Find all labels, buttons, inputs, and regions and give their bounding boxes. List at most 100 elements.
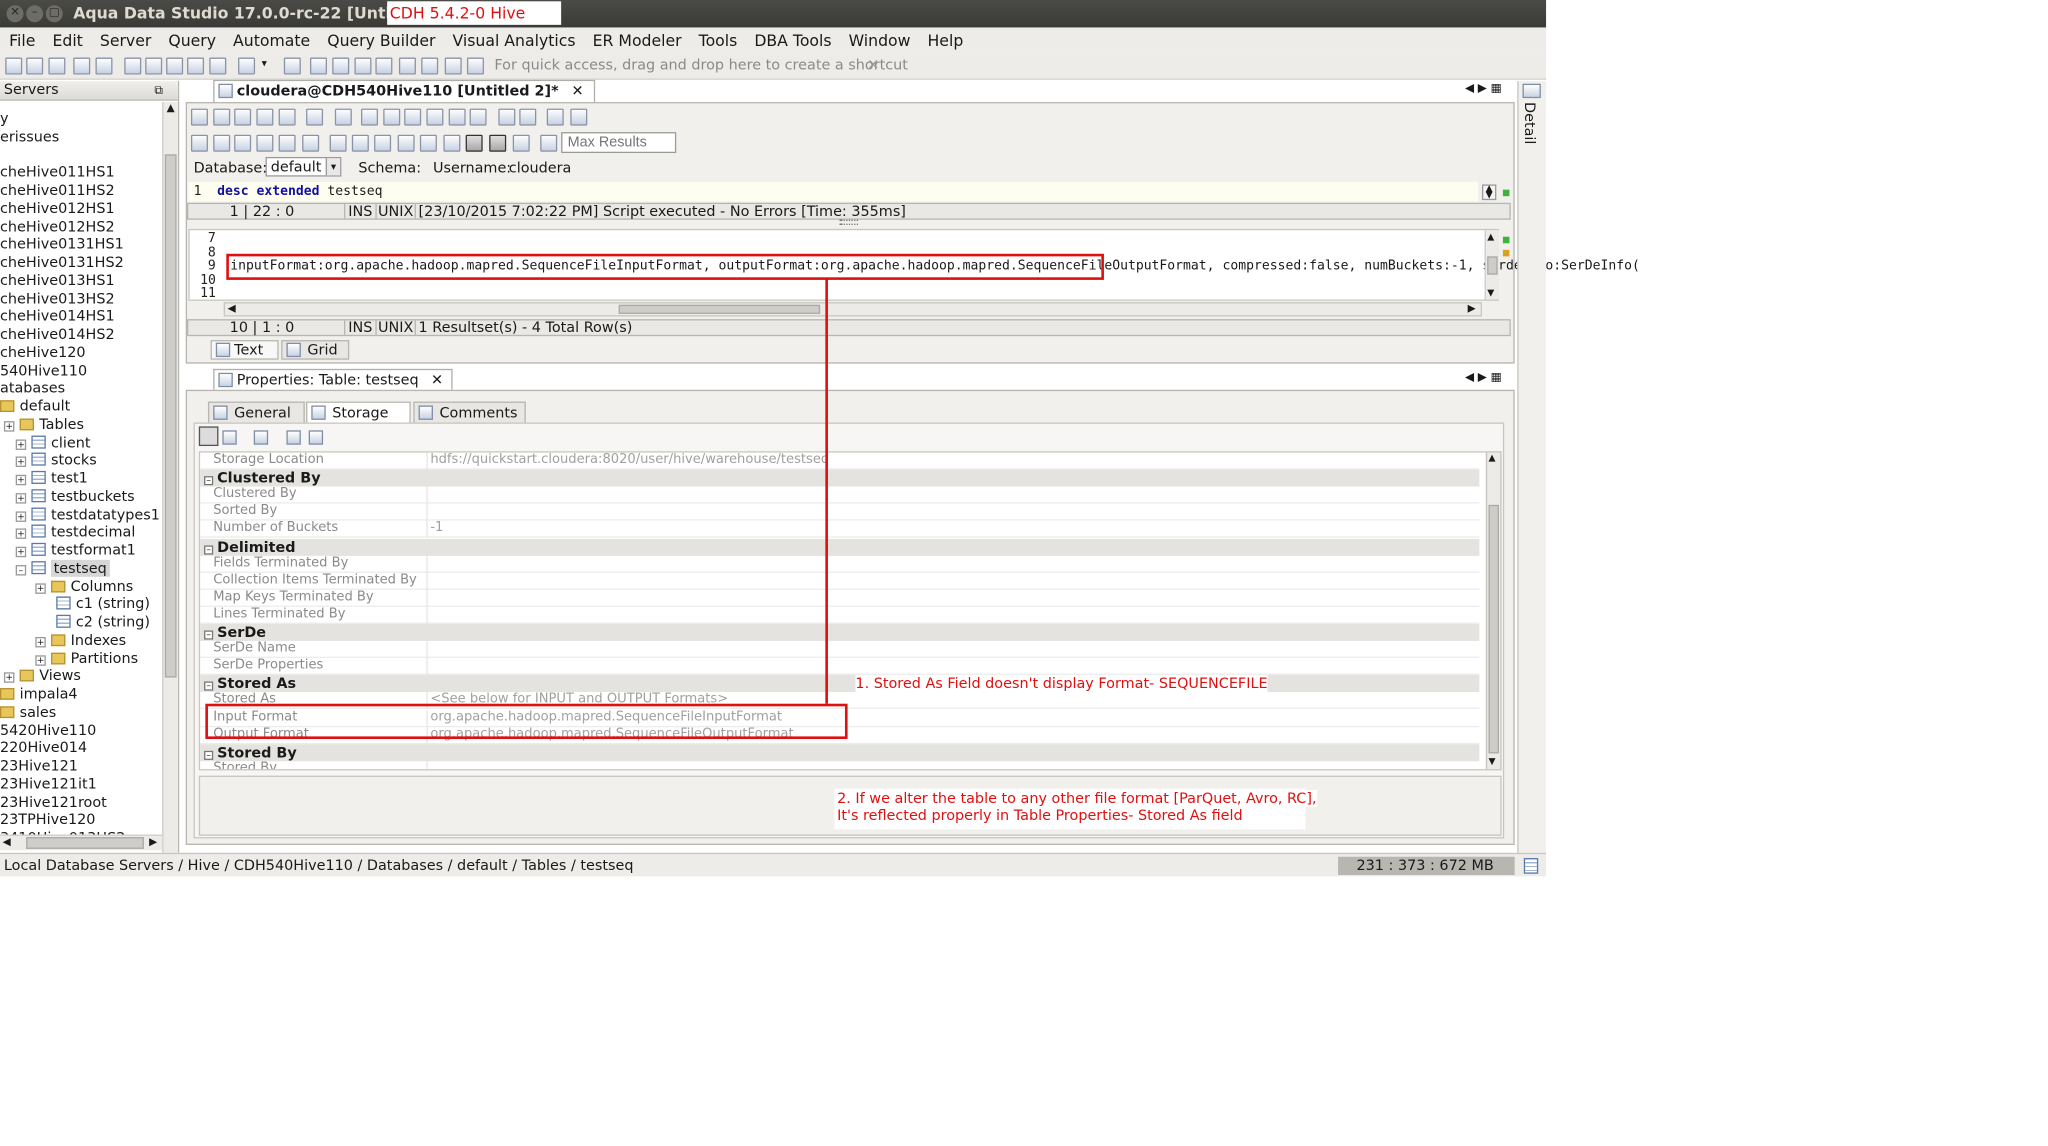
chevron-down-icon[interactable]: ▾ [325, 158, 341, 176]
menu-server[interactable]: Server [91, 31, 159, 49]
expand-icon[interactable]: + [3, 672, 15, 684]
tree-item[interactable]: cheHive014HS1 [0, 308, 115, 326]
property-row[interactable]: Number of Buckets -1 [200, 521, 1480, 539]
property-row[interactable]: Map Keys Terminated By [200, 589, 1480, 607]
results-hscroll-thumb[interactable] [618, 304, 821, 314]
results-panel-icon[interactable] [465, 134, 483, 152]
database-select[interactable]: default ▾ [265, 156, 342, 177]
tree-item[interactable]: + client [15, 434, 91, 452]
expand-icon[interactable]: + [15, 528, 27, 540]
tree-item[interactable]: c1 (string) [56, 595, 150, 613]
property-row[interactable]: Clustered By [200, 486, 1480, 504]
property-section[interactable]: – Stored By [200, 743, 1480, 761]
tree-item[interactable]: + test1 [15, 470, 88, 488]
props-left-icon[interactable]: ◀ [1465, 371, 1474, 384]
collapse-all-icon[interactable] [308, 428, 324, 446]
run-icon[interactable] [213, 134, 231, 152]
search-icon[interactable] [124, 57, 142, 75]
expand-icon[interactable]: + [15, 438, 27, 450]
panel-icon[interactable] [421, 57, 439, 75]
tree-item[interactable]: + Tables [3, 416, 84, 434]
chart-icon[interactable] [512, 134, 530, 152]
tree-item[interactable]: c2 (string) [56, 613, 150, 631]
expand-icon[interactable]: + [15, 492, 27, 504]
menu-visual-analytics[interactable]: Visual Analytics [443, 31, 583, 49]
save-as-icon[interactable] [256, 108, 274, 126]
cut-icon[interactable] [383, 108, 401, 126]
chart-icon[interactable] [209, 57, 227, 75]
scroll-up-icon[interactable]: ▲ [1487, 232, 1494, 242]
tree-item[interactable]: 220Hive014 [0, 739, 87, 757]
garbage-collect-icon[interactable] [1523, 858, 1539, 874]
property-row[interactable]: Collection Items Terminated By [200, 572, 1480, 590]
expand-icon[interactable]: + [35, 636, 46, 648]
execute-icon[interactable] [190, 134, 208, 152]
scroll-right-icon[interactable]: ▶ [1468, 302, 1476, 314]
new-query-icon[interactable] [190, 108, 208, 126]
import-icon[interactable] [187, 57, 205, 75]
save-all-icon[interactable] [466, 57, 484, 75]
expand-icon[interactable]: + [3, 420, 15, 432]
menu-automate[interactable]: Automate [224, 31, 318, 49]
property-section[interactable]: – Clustered By [200, 469, 1480, 487]
font-larger-icon[interactable] [546, 108, 564, 126]
menu-file[interactable]: File [0, 31, 43, 49]
property-row[interactable]: SerDe Name [200, 641, 1480, 659]
tab-right-icon[interactable]: ▶ [1478, 82, 1487, 95]
clipboard-icon[interactable] [238, 57, 256, 75]
servers-scroll-thumb[interactable] [164, 154, 177, 678]
undo-icon[interactable] [448, 108, 466, 126]
detail-tab[interactable]: Detail [1521, 102, 1538, 144]
parameterize-icon[interactable] [419, 134, 437, 152]
tree-item[interactable]: cheHive011HS2 [0, 182, 115, 200]
property-scroll-thumb[interactable] [1488, 504, 1499, 754]
tile-icon[interactable] [354, 57, 372, 75]
props-right-icon[interactable]: ▶ [1478, 371, 1487, 384]
outdent-icon[interactable] [374, 134, 392, 152]
expand-icon[interactable]: + [15, 456, 27, 468]
execute-current-icon[interactable] [234, 134, 252, 152]
sql-editor[interactable]: 1 desc extended testseq [188, 181, 1479, 202]
property-row[interactable]: Fields Terminated By [200, 555, 1480, 573]
format-icon[interactable] [397, 134, 415, 152]
subtab-comments[interactable]: Comments [413, 401, 526, 423]
tree-item[interactable]: y [0, 110, 9, 128]
font-smaller-icon[interactable] [570, 108, 588, 126]
menu-tools[interactable]: Tools [689, 31, 745, 49]
tab-list-icon[interactable]: ▦ [1491, 82, 1502, 95]
property-row[interactable]: Sorted By [200, 503, 1480, 521]
tree-item[interactable]: 540Hive110 [0, 362, 87, 380]
tree-item[interactable]: cheHive013HS1 [0, 272, 115, 290]
editor-tab[interactable]: cloudera@CDH540Hive110 [Untitled 2]* ✕ [213, 79, 596, 103]
tab-text-results[interactable]: Text [210, 340, 279, 360]
property-section[interactable]: – SerDe [200, 623, 1480, 641]
replace-icon[interactable] [519, 108, 537, 126]
tree-item[interactable]: 5420Hive110 [0, 721, 96, 739]
new-icon[interactable] [5, 57, 23, 75]
collapse-section-icon[interactable]: – [204, 681, 214, 692]
indent-icon[interactable] [351, 134, 369, 152]
menu-help[interactable]: Help [918, 31, 971, 49]
tree-item[interactable]: cheHive012HS1 [0, 200, 115, 218]
subtab-storage[interactable]: Storage [306, 401, 411, 423]
find-icon[interactable] [498, 108, 516, 126]
scroll-left-icon[interactable]: ◀ [3, 836, 11, 848]
menu-window[interactable]: Window [839, 31, 918, 49]
select-all-icon[interactable] [361, 108, 379, 126]
collapse-section-icon[interactable]: – [204, 544, 214, 554]
tree-item[interactable]: cheHive0131HS1 [0, 236, 124, 254]
property-icon[interactable] [253, 428, 269, 446]
detail-panel-icon[interactable] [1522, 83, 1541, 99]
tree-item[interactable]: + testdatatypes1 [15, 506, 160, 524]
redo-icon[interactable] [469, 108, 487, 126]
menu-er-modeler[interactable]: ER Modeler [583, 31, 689, 49]
grid-icon[interactable] [309, 57, 327, 75]
tree-item[interactable]: + Columns [35, 577, 133, 595]
open-icon[interactable] [26, 57, 44, 75]
scroll-up-icon[interactable]: ▲ [165, 102, 177, 115]
tree-item[interactable]: – testseq [15, 559, 110, 577]
scroll-up-icon[interactable]: ▲ [1489, 453, 1496, 463]
menu-edit[interactable]: Edit [43, 31, 90, 49]
tree-item[interactable]: + testdecimal [15, 524, 135, 542]
property-grid-scrollbar[interactable]: ▲ ▼ [1485, 451, 1502, 771]
